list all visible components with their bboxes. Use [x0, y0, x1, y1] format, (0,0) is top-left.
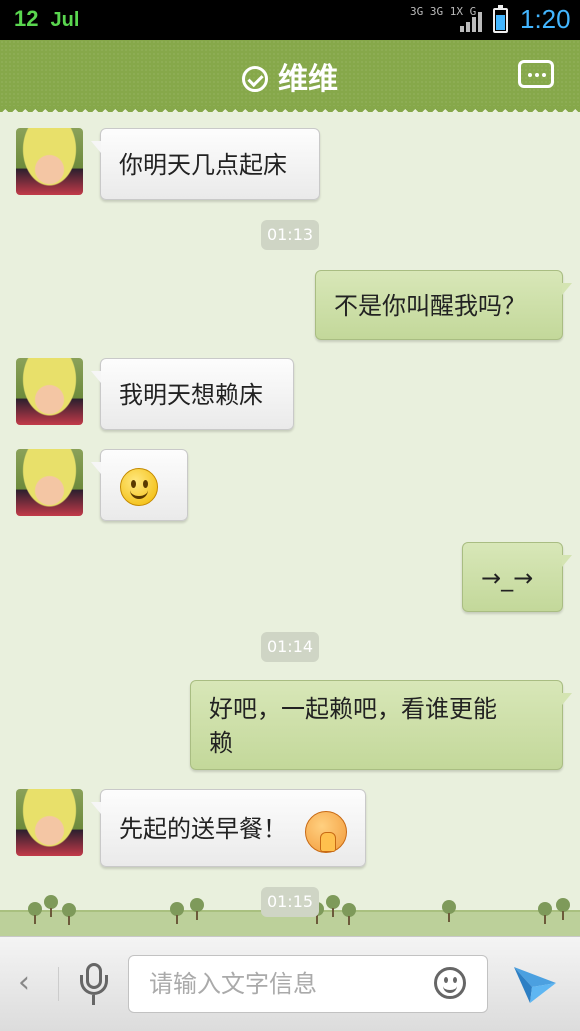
tree-decoration — [62, 903, 76, 925]
message-text-line2: 赖 — [209, 729, 233, 757]
chevron-left-icon[interactable]: ‹ — [18, 965, 30, 1000]
contact-avatar[interactable] — [16, 449, 83, 516]
message-text-line1: 好吧，一起赖吧，看谁更能 — [209, 695, 497, 723]
timestamp: 01:15 — [261, 887, 319, 917]
outgoing-message-bubble[interactable]: 好吧，一起赖吧，看谁更能 赖 — [190, 680, 572, 770]
microphone-icon[interactable] — [80, 963, 108, 1007]
contact-avatar[interactable] — [16, 789, 83, 856]
timestamp: 01:13 — [261, 220, 319, 250]
tree-decoration — [556, 898, 570, 920]
input-bar: ‹ — [0, 936, 580, 1031]
status-month: Jul — [50, 9, 80, 31]
contact-avatar[interactable] — [16, 128, 83, 195]
battery-icon — [493, 5, 508, 33]
message-text: →_→ — [481, 564, 534, 592]
emoji-icon[interactable] — [434, 967, 466, 999]
smile-emoji-icon — [120, 468, 158, 506]
status-bar: 12 Jul 3G 3G 1X G 1:20 — [0, 0, 580, 40]
timestamp: 01:14 — [261, 632, 319, 662]
tree-decoration — [170, 902, 184, 924]
send-icon[interactable] — [512, 961, 558, 1007]
praying-emoji-icon — [305, 811, 347, 853]
tree-decoration — [342, 903, 356, 925]
message-text: 不是你叫醒我吗？ — [334, 292, 526, 320]
incoming-message-bubble[interactable]: 我明天想赖床 — [91, 358, 294, 430]
more-options-button[interactable] — [518, 60, 554, 88]
contact-name: 维维 — [278, 62, 338, 97]
message-list[interactable]: 你明天几点起床 01:13 不是你叫醒我吗？ 我明天想赖床 →_→ 01:14 … — [0, 106, 580, 936]
status-day: 12 — [14, 6, 39, 31]
tree-decoration — [538, 902, 552, 924]
chat-header: 维维 — [0, 40, 580, 112]
message-text: 先起的送早餐！ — [119, 815, 287, 843]
tree-decoration — [326, 895, 340, 917]
message-text: 你明天几点起床 — [119, 151, 287, 179]
signal-icon — [460, 10, 484, 32]
chat-title: 维维 — [0, 54, 580, 98]
status-time: 1:20 — [520, 4, 571, 34]
outgoing-message-bubble[interactable]: 不是你叫醒我吗？ — [315, 270, 572, 340]
check-circle-icon — [242, 66, 268, 92]
divider — [58, 967, 59, 1001]
tree-decoration — [442, 900, 456, 922]
message-text: 我明天想赖床 — [119, 381, 263, 409]
outgoing-message-bubble[interactable]: →_→ — [462, 542, 572, 612]
contact-avatar[interactable] — [16, 358, 83, 425]
incoming-message-bubble[interactable]: 你明天几点起床 — [91, 128, 320, 200]
tree-decoration — [44, 895, 58, 917]
tree-decoration — [28, 902, 42, 924]
status-date: 12 Jul — [14, 6, 79, 32]
tree-decoration — [190, 898, 204, 920]
